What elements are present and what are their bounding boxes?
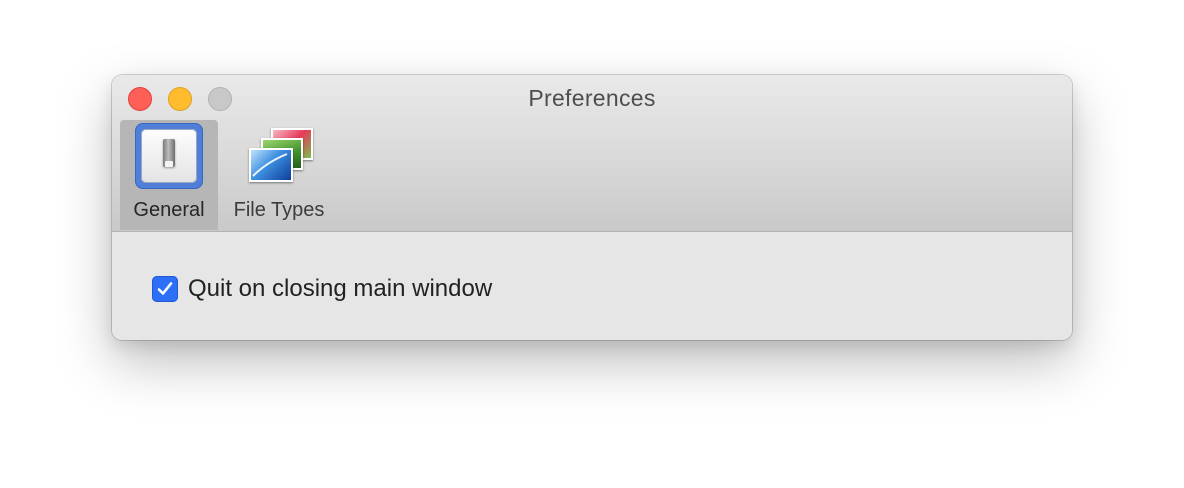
checkmark-icon <box>157 282 173 295</box>
toolbar-item-general[interactable]: General <box>120 120 218 230</box>
switch-icon <box>135 123 203 189</box>
window-title: Preferences <box>528 85 656 111</box>
general-pane: Quit on closing main window <box>112 232 1072 340</box>
toolbar-item-label: General <box>133 199 205 221</box>
quit-on-close-checkbox[interactable] <box>152 276 178 302</box>
titlebar-toolbar: Preferences General File Types <box>112 75 1072 232</box>
checkbox-label: Quit on closing main window <box>188 275 493 302</box>
toolbar-item-file-types[interactable]: File Types <box>224 120 334 230</box>
toolbar-item-label: File Types <box>233 199 325 221</box>
photos-icon <box>249 128 315 186</box>
preferences-window: Preferences General File Types Quit on c… <box>112 75 1072 340</box>
quit-on-close-option[interactable]: Quit on closing main window <box>152 275 492 303</box>
